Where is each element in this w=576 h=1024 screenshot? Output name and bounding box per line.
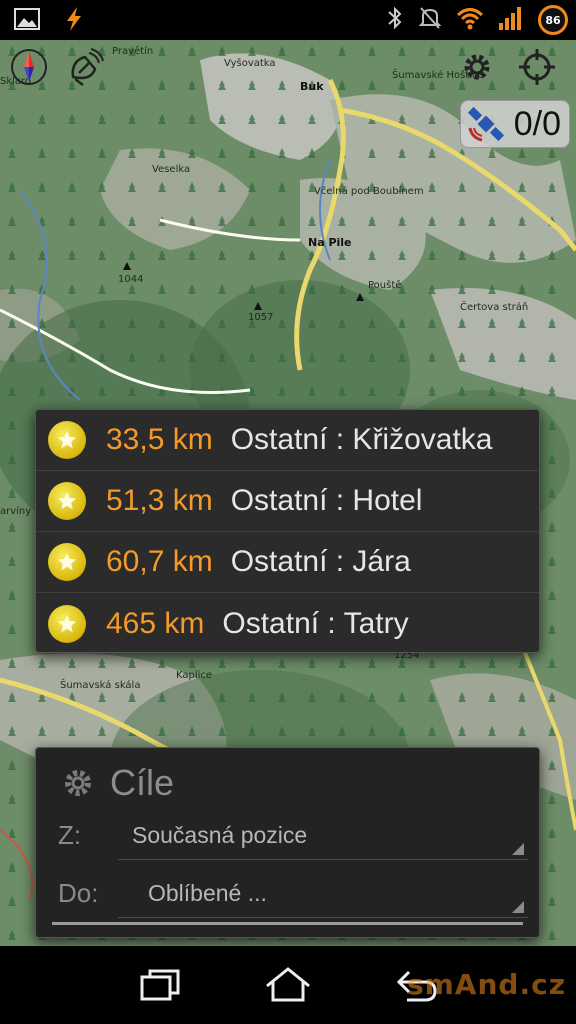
bluetooth-icon [386,5,404,35]
center-position-button[interactable] [514,44,560,90]
from-label: Z: [58,820,82,850]
satellite-icon [467,106,504,142]
satellite-count: 0/0 [513,104,561,143]
map-label-kaplice: Kaplice [176,670,213,681]
to-field[interactable]: Oblíbené ... [118,870,528,918]
settings-button[interactable] [454,44,500,90]
favorite-distance: 60,7 km [106,545,213,578]
map-label-peak-1044: 1044 [118,274,144,285]
dropdown-corner-icon [512,843,524,855]
destination-title: Cíle [110,762,175,803]
signal-icon [498,5,524,35]
favorite-distance: 465 km [106,606,205,640]
navigation-bar: smAnd.cz [0,946,576,1024]
favorite-item[interactable]: 51,3 km Ostatní : Hotel [36,471,539,532]
favorite-item[interactable]: 33,5 km Ostatní : Křižovatka [36,410,539,471]
favorite-distance: 33,5 km [106,423,213,456]
to-row: Do: Oblíbené ... [58,870,528,920]
star-icon [48,482,86,520]
favorites-list: 33,5 km Ostatní : Křižovatka 51,3 km Ost… [35,409,540,653]
map-label-na-pile: Na Pile [308,236,352,249]
wifi-icon [456,6,484,34]
status-bar: 86 [0,0,576,40]
map-label-vcelna: Včelná pod Boubínem [314,186,424,197]
destination-panel: Cíle Z: Současná pozice Do: Oblíbené ... [35,747,540,938]
panel-divider [52,922,523,925]
favorite-item[interactable]: 465 km Ostatní : Tatry [36,593,539,654]
favorite-name: Ostatní : Jára [230,545,411,578]
gear-icon [65,770,91,796]
to-label: Do: [58,878,99,908]
crosshair-icon [519,49,555,85]
gps-signal-button[interactable] [62,44,108,90]
star-icon [48,421,86,459]
gear-icon [464,54,490,80]
watermark-logo: smAnd.cz [406,968,566,1001]
map-label-peak-1057: 1057 [248,312,274,323]
map-toolbar [0,40,576,96]
gallery-icon [14,7,40,35]
dropdown-corner-icon [512,901,524,913]
favorite-item[interactable]: 60,7 km Ostatní : Jára [36,532,539,593]
from-row: Z: Současná pozice [58,812,528,862]
destination-header: Cíle [60,762,174,804]
home-button[interactable] [258,960,318,1010]
map-label-varstvi: arvíny [0,506,32,517]
star-icon [48,604,86,643]
satellite-dish-icon [71,48,104,86]
favorite-name: Ostatní : Hotel [230,484,423,517]
favorite-name: Ostatní : Křižovatka [230,423,493,456]
compass-icon [11,49,47,85]
from-value: Současná pozice [132,822,308,848]
map-label-certova-stran: Čertova stráň [460,302,529,313]
recent-apps-button[interactable] [130,960,190,1010]
gps-satellite-indicator[interactable]: 0/0 [460,100,570,148]
star-icon [48,543,86,581]
compass-button[interactable] [6,44,52,90]
favorite-name: Ostatní : Tatry [222,606,409,640]
to-value: Oblíbené ... [148,880,267,906]
battery-indicator: 86 [538,5,568,35]
flash-icon [64,6,84,36]
from-field[interactable]: Současná pozice [118,812,528,860]
mute-icon [418,5,442,35]
map-label-sumava-skala: Šumavská skála [60,680,141,691]
home-icon [266,967,310,1002]
favorite-distance: 51,3 km [106,484,213,517]
map-label-pouli: Pouště [368,280,402,291]
map-label-veselka: Veselka [152,164,191,175]
recent-apps-icon [140,969,180,1001]
